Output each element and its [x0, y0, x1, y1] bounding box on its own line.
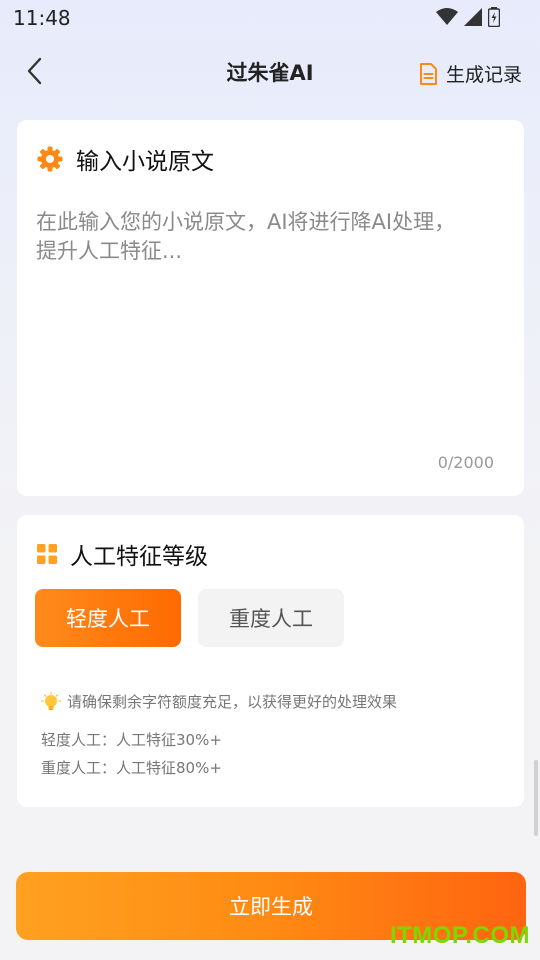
- light-level-button[interactable]: 轻度人工: [35, 589, 181, 647]
- watermark: ITMOP.COM: [389, 922, 530, 949]
- grid-icon: [37, 544, 57, 564]
- gear-icon: [37, 146, 63, 172]
- history-button[interactable]: 生成记录: [418, 60, 522, 87]
- input-card-title: 输入小说原文: [76, 149, 214, 175]
- battery-icon: [488, 7, 500, 27]
- scrollbar[interactable]: [534, 760, 538, 836]
- top-nav: 过朱雀AI 生成记录: [0, 40, 540, 104]
- lightbulb-icon: [41, 691, 61, 710]
- heavy-level-button[interactable]: 重度人工: [198, 589, 344, 647]
- char-counter: 0/2000: [437, 453, 494, 472]
- novel-input-card: 输入小说原文 在此输入您的小说原文，AI将进行降AI处理，提升人工特征... 0…: [17, 120, 524, 496]
- tip-line: 请确保剩余字符额度充足，以获得更好的处理效果: [41, 691, 397, 712]
- tip-text: 请确保剩余字符额度充足，以获得更好的处理效果: [67, 693, 398, 711]
- history-label: 生成记录: [445, 64, 522, 86]
- level-card-header: 人工特征等级: [36, 537, 208, 571]
- level-card: 人工特征等级 轻度人工 重度人工 请确保剩余字符额度充足，以获得更好的处理效果 …: [17, 515, 524, 807]
- document-icon: [419, 62, 437, 85]
- status-bar: 11:48: [0, 0, 540, 36]
- input-card-header: 输入小说原文: [36, 142, 214, 176]
- signal-icon: [464, 8, 482, 26]
- novel-text-input[interactable]: 在此输入您的小说原文，AI将进行降AI处理，提升人工特征...: [36, 208, 476, 266]
- status-time: 11:48: [13, 6, 71, 30]
- light-level-info: 轻度人工：人工特征30%+: [41, 731, 222, 749]
- status-icons: [436, 7, 500, 27]
- heavy-level-info: 重度人工：人工特征80%+: [41, 759, 222, 777]
- wifi-icon: [436, 8, 458, 25]
- level-card-title: 人工特征等级: [70, 544, 208, 570]
